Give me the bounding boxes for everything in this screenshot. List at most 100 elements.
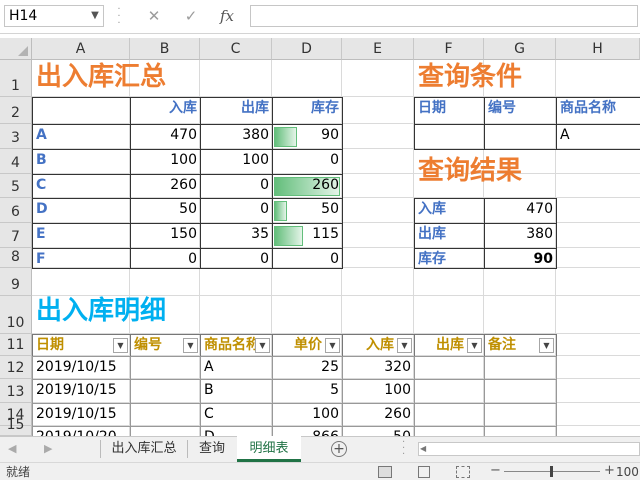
column-header-c[interactable]: C bbox=[200, 38, 272, 60]
detail-cell-price[interactable]: 25 bbox=[272, 356, 343, 380]
query-header-cell: 商品名称 bbox=[556, 97, 640, 125]
zoom-out-icon[interactable]: − bbox=[490, 464, 501, 478]
row-header-2[interactable]: 2 bbox=[0, 97, 32, 124]
add-sheet-icon[interactable]: + bbox=[331, 441, 347, 457]
summary-item-label: F bbox=[32, 248, 131, 269]
result-value: 90 bbox=[484, 248, 557, 269]
chevron-down-icon[interactable]: ▼ bbox=[88, 5, 102, 27]
filter-dropdown-icon[interactable]: ▼ bbox=[467, 338, 482, 353]
detail-cell-out[interactable] bbox=[414, 403, 485, 427]
row-header-8[interactable]: 8 bbox=[0, 248, 32, 268]
tab-splitter-icon[interactable]: · · · bbox=[402, 438, 408, 460]
filter-dropdown-icon[interactable]: ▼ bbox=[539, 338, 554, 353]
summary-out-value: 0 bbox=[200, 174, 273, 199]
horizontal-scrollbar[interactable] bbox=[418, 442, 640, 456]
row-header-11[interactable]: 11 bbox=[0, 334, 32, 356]
detail-header-label: 入库 bbox=[366, 337, 394, 353]
detail-cell-name[interactable]: C bbox=[200, 403, 273, 427]
summary-in-value: 470 bbox=[130, 124, 201, 150]
row-header-4[interactable]: 4 bbox=[0, 149, 32, 174]
column-header-f[interactable]: F bbox=[414, 38, 484, 60]
detail-cell-name[interactable]: A bbox=[200, 356, 273, 380]
stock-data-bar bbox=[274, 201, 287, 221]
detail-cell-in[interactable]: 100 bbox=[342, 379, 415, 404]
detail-cell-note[interactable] bbox=[484, 356, 557, 380]
summary-stock-value: 90 bbox=[272, 124, 343, 150]
prev-sheet-icon[interactable]: ◀ bbox=[8, 440, 22, 458]
detail-cell-id[interactable] bbox=[130, 379, 201, 404]
detail-cell-note[interactable] bbox=[484, 403, 557, 427]
detail-header-cell: 编号 ▼ bbox=[130, 334, 201, 357]
zoom-slider-thumb[interactable] bbox=[550, 466, 553, 477]
row-header-10[interactable]: 10 bbox=[0, 296, 32, 334]
column-header-a[interactable]: A bbox=[32, 38, 130, 60]
detail-header-cell: 备注 ▼ bbox=[484, 334, 557, 357]
row-header-1[interactable]: 1 bbox=[0, 60, 32, 97]
result-value: 470 bbox=[484, 198, 557, 224]
detail-cell-in[interactable]: 320 bbox=[342, 356, 415, 380]
result-label: 库存 bbox=[414, 248, 485, 269]
detail-cell-date[interactable]: 2019/10/15 bbox=[32, 356, 131, 380]
normal-view-icon[interactable] bbox=[378, 466, 392, 478]
row-header-7[interactable]: 7 bbox=[0, 223, 32, 248]
query-input-cell[interactable] bbox=[414, 124, 485, 150]
summary-header-cell: 出库 bbox=[200, 97, 273, 125]
query-input-cell[interactable]: A bbox=[556, 124, 640, 150]
stock-data-bar bbox=[274, 127, 297, 147]
row-header-13[interactable]: 13 bbox=[0, 379, 32, 403]
query-title: 查询条件 bbox=[418, 62, 523, 92]
detail-cell-in[interactable]: 260 bbox=[342, 403, 415, 427]
row-header-15[interactable]: 15 bbox=[0, 417, 32, 436]
query-header-cell: 编号 bbox=[484, 97, 557, 125]
detail-cell-name[interactable]: B bbox=[200, 379, 273, 404]
row-header-12[interactable]: 12 bbox=[0, 356, 32, 379]
zoom-in-icon[interactable]: + bbox=[604, 464, 615, 478]
summary-title: 出入库汇总 bbox=[36, 62, 167, 92]
row-header-5[interactable]: 5 bbox=[0, 174, 32, 198]
detail-cell-out[interactable] bbox=[414, 379, 485, 404]
tab-summary[interactable]: 出入库汇总 bbox=[102, 436, 186, 462]
filter-dropdown-icon[interactable]: ▼ bbox=[325, 338, 340, 353]
filter-dropdown-icon[interactable]: ▼ bbox=[397, 338, 412, 353]
row-header-9[interactable]: 9 bbox=[0, 268, 32, 296]
result-title: 查询结果 bbox=[418, 156, 523, 186]
stock-data-bar bbox=[274, 226, 303, 246]
zoom-level[interactable]: 100 bbox=[616, 464, 640, 480]
detail-cell-note[interactable] bbox=[484, 379, 557, 404]
filter-dropdown-icon[interactable]: ▼ bbox=[183, 338, 198, 353]
filter-dropdown-icon[interactable]: ▼ bbox=[113, 338, 128, 353]
column-header-b[interactable]: B bbox=[130, 38, 200, 60]
enter-icon[interactable]: ✓ bbox=[180, 5, 202, 27]
summary-stock-text: 50 bbox=[321, 201, 339, 217]
row-header-3[interactable]: 3 bbox=[0, 124, 32, 149]
scroll-left-icon[interactable]: ◀ bbox=[420, 442, 432, 456]
summary-item-label: C bbox=[32, 174, 131, 199]
tab-query[interactable]: 查询 bbox=[188, 436, 236, 462]
detail-cell-date[interactable]: 2019/10/15 bbox=[32, 403, 131, 427]
detail-cell-id[interactable] bbox=[130, 403, 201, 427]
detail-cell-price[interactable]: 100 bbox=[272, 403, 343, 427]
detail-cell-out[interactable] bbox=[414, 356, 485, 380]
filter-dropdown-icon[interactable]: ▼ bbox=[255, 338, 270, 353]
more-dots-icon[interactable]: · · · bbox=[116, 5, 122, 29]
detail-cell-date[interactable]: 2019/10/15 bbox=[32, 379, 131, 404]
tab-detail[interactable]: 明细表 bbox=[237, 436, 301, 462]
detail-cell-id[interactable] bbox=[130, 356, 201, 380]
summary-out-value: 0 bbox=[200, 248, 273, 269]
cancel-icon[interactable]: ✕ bbox=[143, 5, 165, 27]
page-break-icon[interactable] bbox=[456, 466, 470, 478]
detail-header-label: 编号 bbox=[134, 337, 162, 353]
column-header-d[interactable]: D bbox=[272, 38, 342, 60]
summary-out-value: 0 bbox=[200, 198, 273, 224]
summary-stock-value: 0 bbox=[272, 248, 343, 269]
detail-cell-price[interactable]: 5 bbox=[272, 379, 343, 404]
query-input-cell[interactable] bbox=[484, 124, 557, 150]
formula-input[interactable] bbox=[250, 5, 638, 27]
column-header-e[interactable]: E bbox=[342, 38, 414, 60]
page-layout-icon[interactable] bbox=[418, 466, 430, 478]
next-sheet-icon[interactable]: ▶ bbox=[44, 440, 58, 458]
column-header-h[interactable]: H bbox=[556, 38, 640, 60]
row-header-6[interactable]: 6 bbox=[0, 198, 32, 223]
insert-function-icon[interactable]: fx bbox=[216, 5, 238, 27]
column-header-g[interactable]: G bbox=[484, 38, 556, 60]
